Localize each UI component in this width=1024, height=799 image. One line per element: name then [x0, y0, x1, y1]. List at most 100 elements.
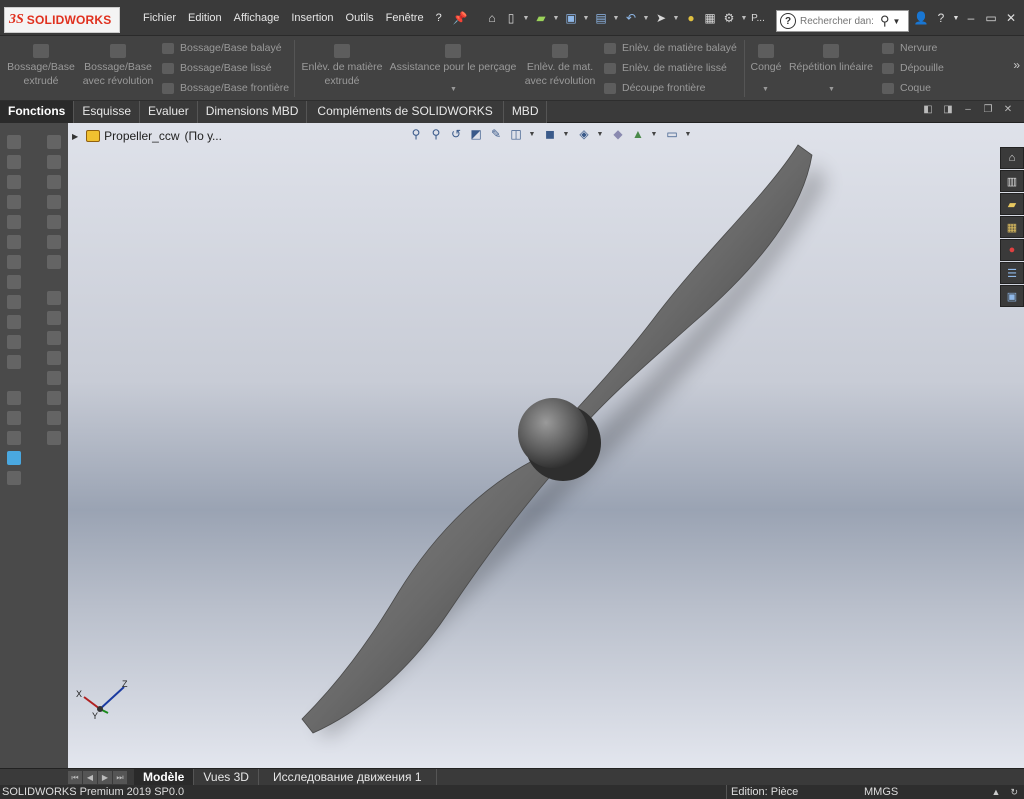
sketch-tool-icon[interactable] [47, 255, 61, 269]
swept-cut-button[interactable]: Enlèv. de matière balayé [604, 42, 737, 54]
file-explorer-folder-icon[interactable]: ▰ [1000, 193, 1024, 215]
feature-tool-icon[interactable] [7, 235, 21, 249]
sketch-tool-icon[interactable] [47, 431, 61, 445]
sketch-tool-icon[interactable] [47, 311, 61, 325]
new-document-icon[interactable]: ▯ [503, 10, 519, 26]
propeller-model[interactable] [68, 123, 1024, 768]
tab-mbd[interactable]: MBD [503, 101, 548, 123]
chevron-down-icon[interactable]: ▼ [740, 10, 748, 26]
minimize-icon[interactable]: – [962, 11, 980, 25]
toolbar-overflow[interactable]: P... [751, 10, 765, 26]
hole-wizard-button[interactable]: Assistance pour le perçage [388, 44, 518, 74]
feature-tool-icon[interactable] [7, 411, 21, 425]
custom-properties-icon[interactable]: ☰ [1000, 262, 1024, 284]
pin-icon[interactable]: 📌 [452, 10, 468, 26]
menu-fenetre[interactable]: Fenêtre [380, 12, 430, 24]
feature-tool-icon[interactable] [7, 471, 21, 485]
lofted-boss-button[interactable]: Bossage/Base lissé [162, 62, 272, 74]
sketch-tool-icon[interactable] [47, 135, 61, 149]
next-tab-icon[interactable]: ▶ [98, 770, 112, 784]
previous-tab-icon[interactable]: ◀ [83, 770, 97, 784]
solidworks-resources-home-icon[interactable]: ⌂ [1000, 147, 1024, 169]
tab-3d-views[interactable]: Vues 3D [194, 769, 259, 785]
tab-complements[interactable]: Compléments de SOLIDWORKS [307, 101, 504, 123]
solidworks-logo[interactable]: 3S SOLIDWORKS [4, 7, 120, 33]
menu-help[interactable]: ? [430, 12, 448, 24]
feature-tool-icon[interactable] [7, 155, 21, 169]
rebuild-status-icon[interactable]: ↻ [1010, 785, 1018, 799]
feature-tool-icon[interactable] [7, 255, 21, 269]
feature-tool-icon[interactable] [7, 215, 21, 229]
search-input[interactable] [800, 15, 878, 27]
chevron-down-icon[interactable]: ▼ [952, 15, 960, 22]
draft-button[interactable]: Dépouille [882, 62, 944, 74]
chevron-up-icon[interactable]: ▲ [992, 785, 1001, 799]
sketch-tool-icon[interactable] [47, 331, 61, 345]
active-tool-icon[interactable] [7, 451, 21, 465]
tab-fonctions[interactable]: Fonctions [0, 101, 75, 123]
feature-tool-icon[interactable] [7, 295, 21, 309]
chevron-down-icon[interactable]: ▼ [522, 10, 530, 26]
chevron-down-icon[interactable]: ▼ [642, 10, 650, 26]
doc-close-icon[interactable]: ✕ [998, 104, 1018, 115]
help-icon[interactable]: ? [932, 11, 950, 25]
menu-insertion[interactable]: Insertion [285, 12, 339, 24]
print-icon[interactable]: ▤ [593, 10, 609, 26]
feature-tool-icon[interactable] [7, 275, 21, 289]
shell-button[interactable]: Coque [882, 82, 931, 94]
revolve-boss-button[interactable]: Bossage/Base avec révolution [78, 44, 158, 88]
chevron-down-icon[interactable]: ▼ [762, 86, 769, 93]
home-icon[interactable]: ⌂ [484, 10, 500, 26]
design-library-icon[interactable]: ▥ [1000, 170, 1024, 192]
chevron-down-icon[interactable]: ▼ [450, 86, 457, 93]
sketch-tool-icon[interactable] [47, 215, 61, 229]
undo-icon[interactable]: ↶ [623, 10, 639, 26]
rib-button[interactable]: Nervure [882, 42, 937, 54]
sketch-tool-icon[interactable] [47, 175, 61, 189]
sketch-tool-icon[interactable] [47, 391, 61, 405]
feature-tool-icon[interactable] [7, 431, 21, 445]
fillet-button[interactable]: Congé [748, 44, 784, 74]
menu-outils[interactable]: Outils [340, 12, 380, 24]
chevron-down-icon[interactable]: ▼ [893, 17, 901, 26]
sketch-tool-icon[interactable] [47, 351, 61, 365]
feature-tool-icon[interactable] [7, 315, 21, 329]
user-account-icon[interactable]: 👤 [912, 11, 930, 25]
appearances-scenes-icon[interactable]: ● [1000, 239, 1024, 261]
doc-restore-icon[interactable]: ❐ [978, 104, 998, 115]
revolved-cut-button[interactable]: Enlèv. de mat. avec révolution [520, 44, 600, 88]
chevron-down-icon[interactable]: ▼ [828, 86, 835, 93]
options-gear-icon[interactable]: ⚙ [721, 10, 737, 26]
tab-motion-study[interactable]: Исследование движения 1 [259, 769, 437, 785]
sketch-tool-icon[interactable] [47, 291, 61, 305]
sketch-tool-icon[interactable] [47, 235, 61, 249]
swept-boss-button[interactable]: Bossage/Base balayé [162, 42, 282, 54]
boundary-cut-button[interactable]: Découpe frontière [604, 82, 705, 94]
menu-affichage[interactable]: Affichage [228, 12, 286, 24]
select-cursor-icon[interactable]: ➤ [653, 10, 669, 26]
first-tab-icon[interactable]: ⏮ [68, 770, 82, 784]
forum-icon[interactable]: ▣ [1000, 285, 1024, 307]
save-icon[interactable]: ▣ [563, 10, 579, 26]
feature-tool-icon[interactable] [7, 195, 21, 209]
unit-system[interactable]: MMGS [864, 785, 898, 799]
ribbon-overflow-chevron-icon[interactable]: » [1013, 58, 1020, 72]
open-folder-icon[interactable]: ▰ [533, 10, 549, 26]
feature-tool-icon[interactable] [7, 135, 21, 149]
search-icon[interactable]: ⚲ [880, 13, 890, 29]
chevron-down-icon[interactable]: ▼ [582, 10, 590, 26]
chevron-down-icon[interactable]: ▼ [612, 10, 620, 26]
collapse-panel-icon[interactable]: ◧ [918, 104, 938, 115]
tab-dimensions-mbd[interactable]: Dimensions MBD [197, 101, 308, 123]
help-circle-icon[interactable]: ? [780, 13, 796, 29]
tab-evaluer[interactable]: Evaluer [140, 101, 198, 123]
sketch-tool-icon[interactable] [47, 155, 61, 169]
expand-panel-icon[interactable]: ◨ [938, 104, 958, 115]
tab-model[interactable]: Modèle [134, 769, 195, 785]
feature-tool-icon[interactable] [7, 355, 21, 369]
menu-fichier[interactable]: Fichier [137, 12, 182, 24]
chevron-down-icon[interactable]: ▼ [672, 10, 680, 26]
close-icon[interactable]: ✕ [1002, 11, 1020, 25]
feature-tool-icon[interactable] [7, 335, 21, 349]
linear-pattern-button[interactable]: Répétition linéaire [786, 44, 876, 74]
